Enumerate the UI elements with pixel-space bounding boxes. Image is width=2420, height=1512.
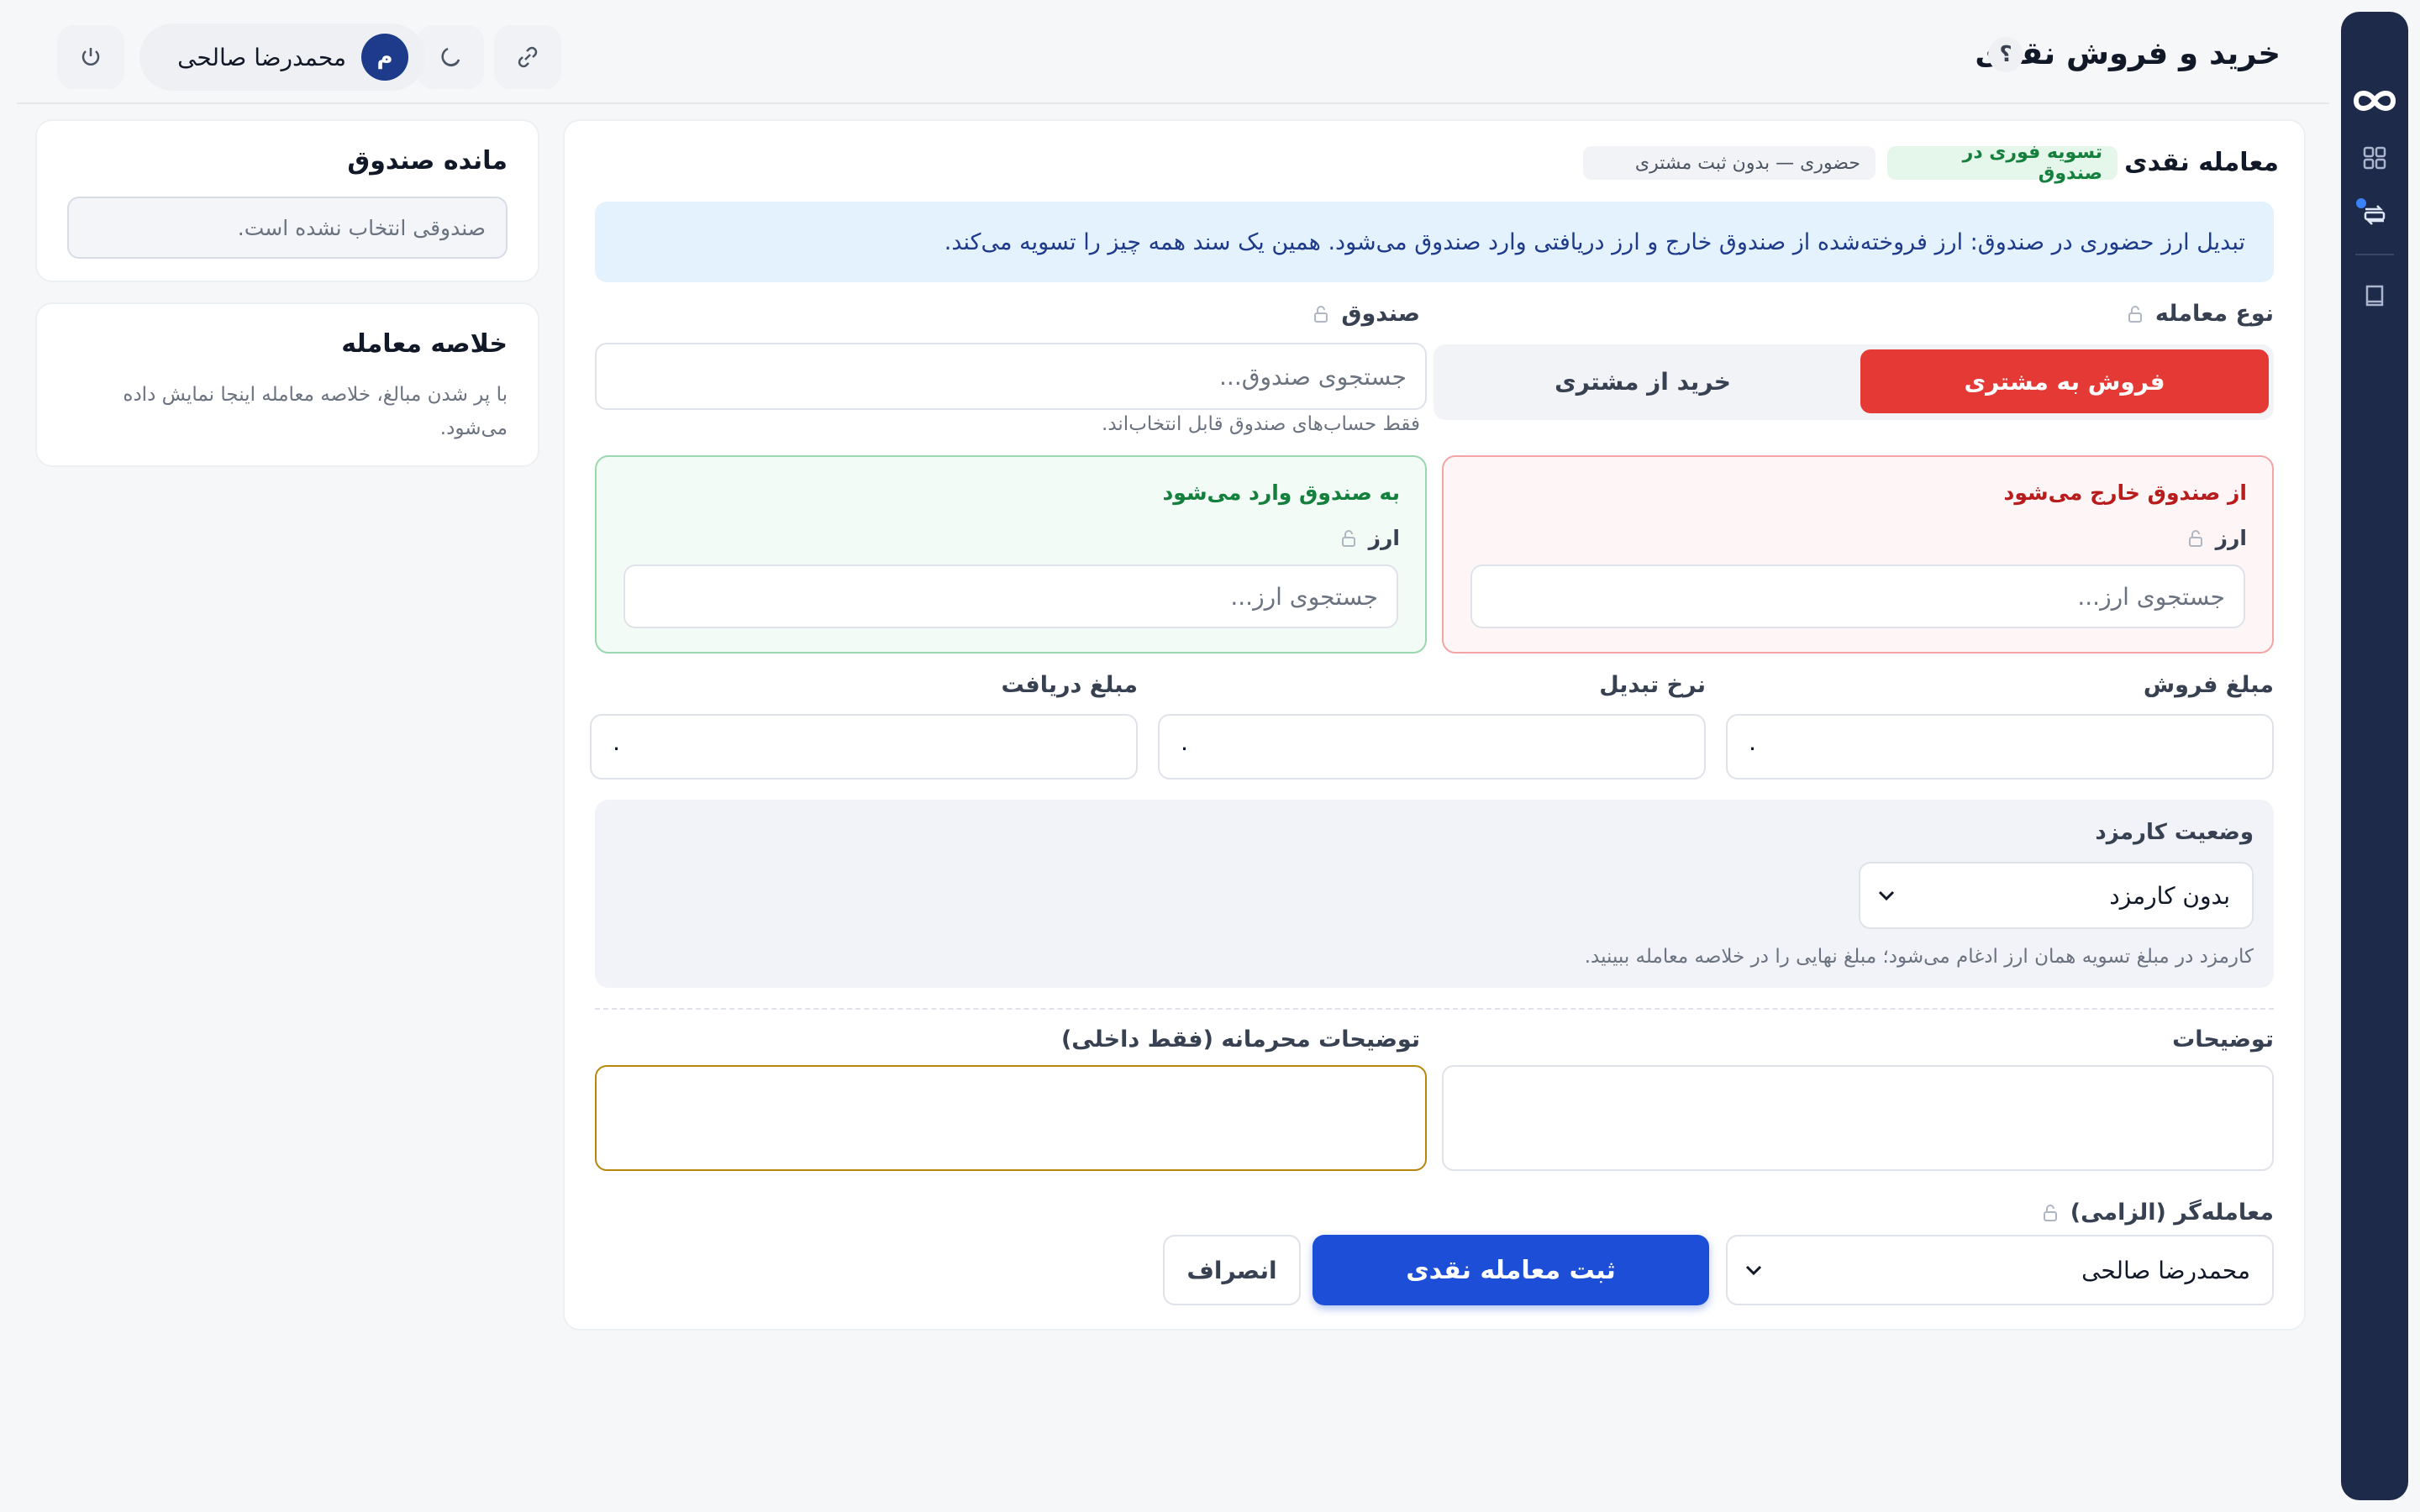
outgoing-title: از صندوق خارج می‌شود [2003, 480, 2247, 505]
fee-label: وضعیت کارمزد [2095, 820, 2254, 845]
moon-icon [441, 47, 460, 67]
logout-button[interactable] [57, 25, 124, 89]
lock-icon[interactable] [2127, 305, 2144, 323]
buy-from-customer-button[interactable]: خرید از مشتری [1439, 349, 1847, 413]
in-currency-search-input[interactable]: جستجوی ارز... [623, 564, 1398, 628]
fund-balance-title: مانده صندوق [347, 146, 508, 176]
out-currency-label: ارز [2187, 526, 2247, 550]
fund-balance-card: مانده صندوق صندوقی انتخاب نشده است. [35, 119, 539, 282]
sell-amount-input[interactable]: ۰ [1726, 714, 2274, 780]
chevron-down-icon [1878, 890, 1895, 901]
cancel-button[interactable]: انصراف [1163, 1235, 1301, 1305]
fund-search-input[interactable]: جستجوی صندوق... [595, 343, 1427, 410]
info-banner: تبدیل ارز حضوری در صندوق: ارز فروخته‌شده… [595, 202, 2274, 282]
fund-label: صندوق [1313, 301, 1420, 327]
notes-label: توضیحات [2172, 1026, 2274, 1053]
form-title: معامله نقدی [2124, 148, 2279, 177]
fee-select-value: بدون کارمزد [2109, 881, 2230, 910]
fund-hint: فقط حساب‌های صندوق قابل انتخاب‌اند. [1102, 413, 1420, 435]
trader-select[interactable]: محمدرضا صالحی [1726, 1235, 2274, 1305]
lock-icon[interactable] [1313, 305, 1329, 323]
dashboard-icon[interactable] [2358, 141, 2391, 175]
lock-icon[interactable] [2042, 1204, 2059, 1222]
fee-hint: کارمزد در مبلغ تسویه همان ارز ادغام می‌ش… [1584, 946, 2254, 968]
submit-cash-trade-button[interactable]: ثبت معامله نقدی [1313, 1235, 1709, 1305]
theme-toggle-button[interactable] [417, 25, 484, 89]
in-currency-label-text: ارز [1368, 526, 1400, 550]
outgoing-currency-box: از صندوق خارج می‌شود ارز جستجوی ارز... [1442, 455, 2274, 654]
mode-badge: حضوری — بدون ثبت مشتری [1583, 146, 1876, 180]
top-bar: خرید و فروش نقدی ؟ م محمدرضا صالحی [17, 0, 2329, 104]
incoming-title: به صندوق وارد می‌شود [1162, 480, 1400, 505]
trade-summary-title: خلاصه معامله [341, 329, 508, 359]
fee-select[interactable]: بدون کارمزد [1859, 862, 2254, 929]
lock-icon[interactable] [2187, 529, 2204, 548]
rate-input[interactable]: ۰ [1158, 714, 1706, 780]
sell-to-customer-button[interactable]: فروش به مشتری [1860, 349, 2269, 413]
sell-amount-label: مبلغ فروش [2143, 672, 2274, 698]
lock-icon[interactable] [1340, 529, 1357, 548]
help-icon[interactable]: ؟ [1988, 37, 2023, 72]
book-icon[interactable] [2358, 279, 2391, 312]
fund-balance-empty: صندوقی انتخاب نشده است. [67, 197, 508, 259]
trader-label: معامله‌گر (الزامی) [2042, 1200, 2274, 1226]
settle-badge: تسویه فوری در صندوق [1887, 142, 2118, 184]
chevron-down-icon [1745, 1265, 1762, 1276]
out-currency-label-text: ارز [2215, 526, 2247, 550]
active-indicator [2356, 198, 2366, 208]
section-divider [595, 1008, 2274, 1010]
trade-type-label-text: نوع معامله [2154, 301, 2274, 327]
trade-type-toggle: فروش به مشتری خرید از مشتری [1434, 344, 2274, 420]
receive-amount-input[interactable]: ۰ [590, 714, 1138, 780]
private-notes-label: توضیحات محرمانه (فقط داخلی) [1060, 1026, 1420, 1053]
cash-trade-form: معامله نقدی تسویه فوری در صندوق حضوری — … [563, 119, 2306, 1331]
out-currency-search-input[interactable]: جستجوی ارز... [1470, 564, 2245, 628]
trade-type-label: نوع معامله [2127, 301, 2274, 327]
trade-summary-text: با پر شدن مبالغ، خلاصه معامله اینجا نمای… [123, 384, 508, 439]
avatar: م [361, 34, 408, 81]
power-icon [82, 48, 100, 66]
link-icon [518, 46, 538, 68]
notes-textarea[interactable] [1442, 1065, 2274, 1171]
rail-divider [2355, 254, 2394, 255]
trader-label-text: معامله‌گر (الزامی) [2070, 1200, 2274, 1226]
fee-panel: وضعیت کارمزد بدون کارمزد کارمزد در مبلغ … [595, 800, 2274, 988]
fund-label-text: صندوق [1341, 301, 1420, 327]
exchange-icon[interactable] [2356, 198, 2391, 232]
receive-amount-label: مبلغ دریافت [1001, 672, 1138, 698]
incoming-currency-box: به صندوق وارد می‌شود ارز جستجوی ارز... [595, 455, 1427, 654]
private-notes-textarea[interactable] [595, 1065, 1427, 1171]
infinity-logo-icon[interactable] [2348, 84, 2402, 118]
user-menu[interactable]: م محمدرضا صالحی [139, 24, 425, 91]
link-button[interactable] [494, 25, 561, 89]
trader-select-value: محمدرضا صالحی [2081, 1256, 2250, 1284]
in-currency-label: ارز [1340, 526, 1400, 550]
rate-label: نرخ تبدیل [1599, 672, 1706, 698]
trade-summary-card: خلاصه معامله با پر شدن مبالغ، خلاصه معام… [35, 302, 539, 467]
user-name: محمدرضا صالحی [177, 43, 346, 71]
nav-rail [2341, 12, 2408, 1500]
